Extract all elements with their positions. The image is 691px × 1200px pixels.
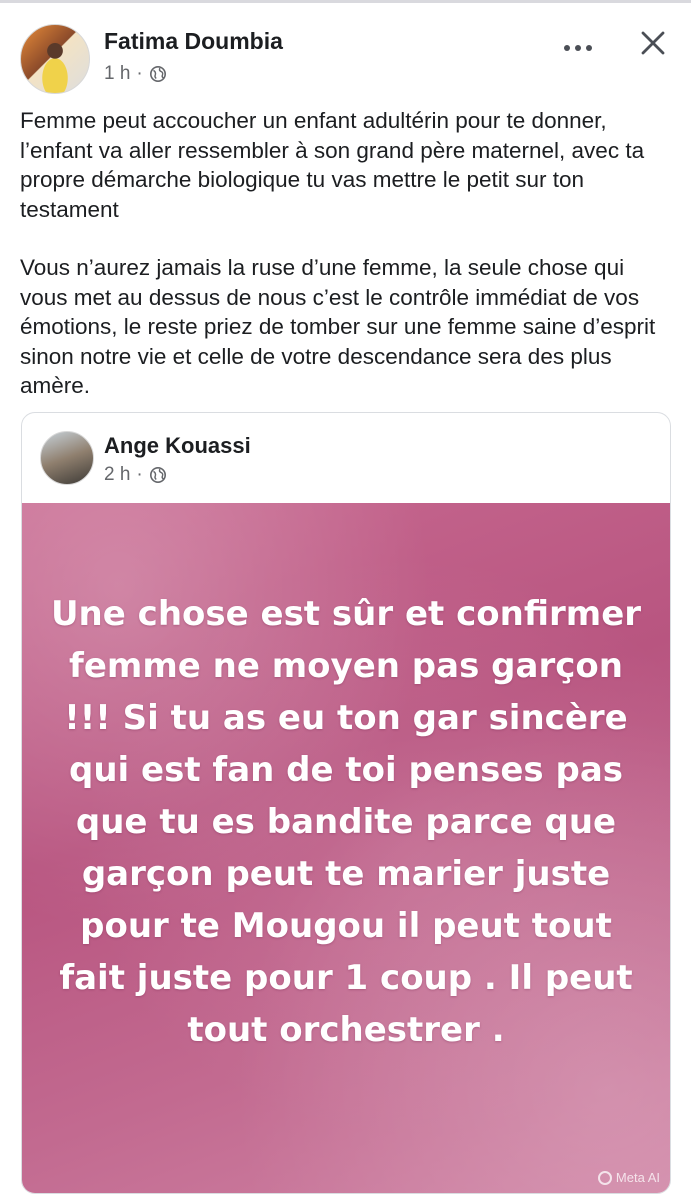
post-meta: 1 h · [104, 63, 167, 85]
post-time[interactable]: 1 h [104, 63, 130, 85]
globe-icon[interactable] [149, 466, 167, 484]
meta-separator: · [136, 63, 143, 84]
meta-ai-watermark: Meta AI [597, 1170, 660, 1185]
image-caption-text: Une chose est sûr et confirmer femme ne … [50, 594, 642, 1050]
top-divider [0, 0, 691, 3]
post-paragraph: Femme peut accoucher un enfant adultérin… [20, 108, 645, 222]
shared-author-name[interactable]: Ange Kouassi [104, 433, 251, 459]
globe-icon[interactable] [149, 65, 167, 83]
shared-author-avatar[interactable] [40, 431, 94, 485]
more-options-icon[interactable] [560, 38, 596, 58]
post-header: Fatima Doumbia 1 h · [0, 18, 691, 98]
post-text: Femme peut accoucher un enfant adultérin… [20, 106, 670, 401]
author-name[interactable]: Fatima Doumbia [104, 28, 283, 55]
shared-text-image[interactable]: Une chose est sûr et confirmer femme ne … [22, 503, 670, 1193]
shared-post-card[interactable]: Ange Kouassi 2 h · Une chose est sûr et … [21, 412, 671, 1194]
meta-ai-icon [597, 1170, 612, 1185]
close-icon[interactable] [636, 26, 670, 60]
post-paragraph: Vous n’aurez jamais la ruse d’une femme,… [20, 255, 656, 398]
meta-separator: · [136, 464, 143, 485]
watermark-label: Meta AI [615, 1170, 660, 1185]
shared-post-time[interactable]: 2 h [104, 464, 130, 486]
shared-post-meta: 2 h · [104, 464, 167, 486]
author-avatar[interactable] [20, 24, 90, 94]
